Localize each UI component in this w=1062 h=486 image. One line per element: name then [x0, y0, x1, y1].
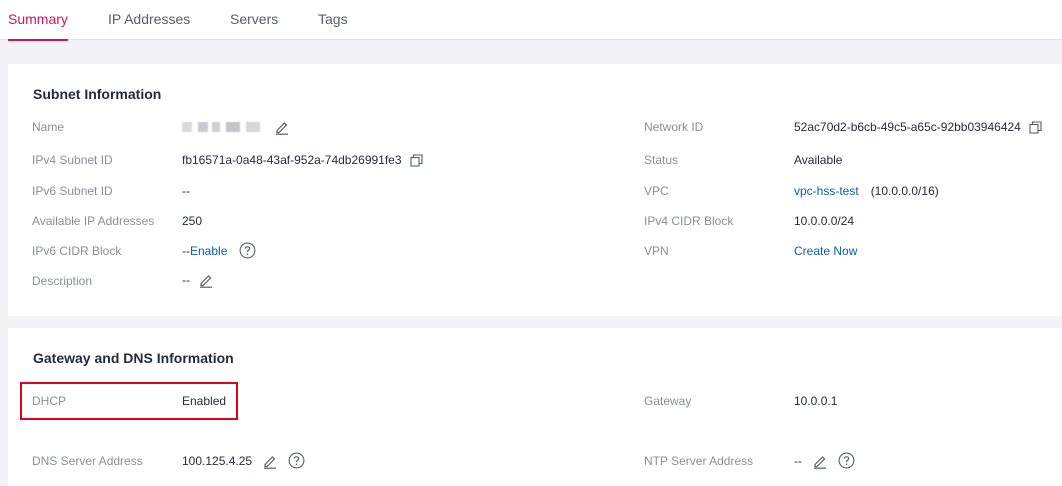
tab-servers[interactable]: Servers — [230, 11, 278, 40]
description-label: Description — [32, 274, 93, 288]
edit-name-icon[interactable] — [274, 119, 290, 135]
vpc-label: VPC — [644, 184, 669, 198]
vpn-label: VPN — [644, 244, 669, 258]
status-value: Available — [794, 153, 843, 167]
subnet-info-card: Subnet Information Name IPv4 Subnet ID f… — [8, 64, 1062, 316]
vpc-value: vpc-hss-test (10.0.0.0/16) — [794, 184, 939, 198]
vpc-link[interactable]: vpc-hss-test — [794, 184, 859, 198]
copy-icon[interactable] — [1029, 120, 1042, 134]
tab-bar: Summary IP Addresses Servers Tags — [0, 0, 1062, 41]
ntp-help-icon[interactable] — [838, 452, 855, 469]
ipv4-subnet-id-text: fb16571a-0a48-43af-952a-74db26991fe3 — [182, 153, 402, 167]
network-id-value: 52ac70d2-b6cb-49c5-a65c-92bb03946424 — [794, 120, 1042, 134]
available-ip-label: Available IP Addresses — [32, 214, 155, 228]
status-label: Status — [644, 153, 679, 167]
description-value: -- — [182, 272, 214, 288]
ipv6-cidr-prefix: -- — [182, 243, 190, 258]
ipv6-subnet-id-label: IPv6 Subnet ID — [32, 184, 113, 198]
dns-server-value: 100.125.4.25 — [182, 452, 305, 469]
gateway-label: Gateway — [644, 394, 692, 408]
gateway-value: 10.0.0.1 — [794, 394, 838, 408]
available-ip-value: 250 — [182, 214, 203, 228]
ipv4-cidr-value: 10.0.0.0/24 — [794, 214, 855, 228]
ipv4-subnet-id-label: IPv4 Subnet ID — [32, 153, 113, 167]
tab-tags[interactable]: Tags — [318, 11, 348, 40]
description-text: -- — [182, 273, 190, 287]
gateway-dns-title: Gateway and DNS Information — [33, 350, 234, 366]
dns-server-label: DNS Server Address — [32, 454, 143, 468]
help-icon[interactable] — [239, 242, 256, 259]
vpc-cidr: (10.0.0.0/16) — [870, 184, 939, 198]
ipv6-cidr-value: -- Enable — [182, 242, 256, 259]
vpn-create-now-link[interactable]: Create Now — [794, 244, 857, 258]
tab-summary[interactable]: Summary — [8, 11, 68, 41]
edit-description-icon[interactable] — [198, 272, 214, 288]
subnet-info-title: Subnet Information — [33, 86, 162, 102]
dns-help-icon[interactable] — [288, 452, 305, 469]
redacted-name — [182, 122, 266, 132]
copy-icon[interactable] — [409, 153, 423, 167]
edit-dns-icon[interactable] — [262, 453, 278, 469]
network-id-text: 52ac70d2-b6cb-49c5-a65c-92bb03946424 — [794, 120, 1021, 134]
ipv6-enable-link[interactable]: Enable — [190, 244, 227, 258]
dns-server-text: 100.125.4.25 — [182, 453, 253, 468]
ntp-server-text: -- — [794, 453, 802, 468]
ipv4-cidr-label: IPv4 CIDR Block — [644, 214, 734, 228]
network-id-label: Network ID — [644, 120, 704, 134]
ipv6-cidr-label: IPv6 CIDR Block — [32, 244, 122, 258]
edit-ntp-icon[interactable] — [812, 453, 828, 469]
name-label: Name — [32, 120, 65, 134]
ntp-server-value: -- — [794, 452, 855, 469]
dhcp-highlight-box — [20, 382, 238, 420]
tab-ip-addresses[interactable]: IP Addresses — [108, 11, 190, 40]
ntp-server-label: NTP Server Address — [644, 454, 754, 468]
ipv6-subnet-id-value: -- — [182, 184, 190, 198]
name-value — [182, 119, 290, 135]
ipv4-subnet-id-value: fb16571a-0a48-43af-952a-74db26991fe3 — [182, 153, 423, 167]
